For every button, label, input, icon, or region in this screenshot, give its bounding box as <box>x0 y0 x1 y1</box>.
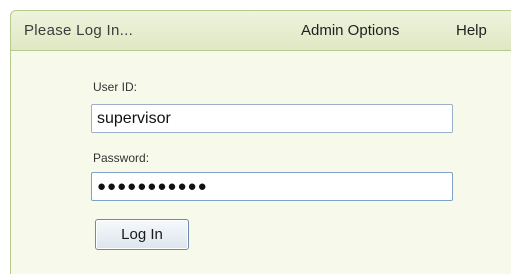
admin-options-link[interactable]: Admin Options <box>301 22 399 39</box>
password-input[interactable] <box>91 172 453 201</box>
page-title: Please Log In... <box>24 22 134 39</box>
login-panel: Please Log In... Admin Options Help User… <box>10 10 511 274</box>
userid-input[interactable] <box>91 104 453 133</box>
help-link[interactable]: Help <box>456 22 487 39</box>
header-bar: Please Log In... Admin Options Help <box>11 11 511 51</box>
login-button[interactable]: Log In <box>95 219 189 250</box>
userid-label: User ID: <box>93 80 138 94</box>
password-label: Password: <box>93 151 150 165</box>
